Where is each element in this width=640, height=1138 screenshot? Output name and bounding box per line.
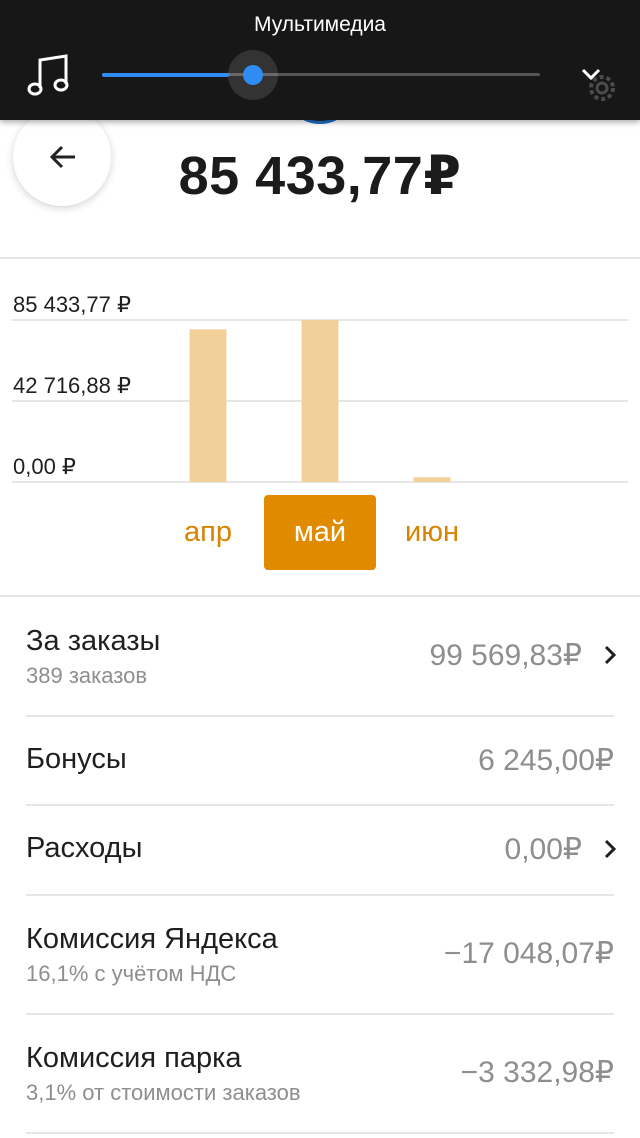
row-value: 6 245,00₽ [478,743,614,777]
row-value: 0,00₽ [504,833,582,866]
breakdown-row: Комиссия парка 3,1% от стоимости заказов −… [0,1014,640,1134]
volume-fill [102,73,230,77]
breakdown-row[interactable]: За заказы 389 заказов 99 569,83₽ [0,597,640,717]
y-tick-label: 85 433,77 ₽ [13,292,131,317]
volume-knob[interactable] [243,65,264,85]
breakdown-row: Бонусы 6 245,00₽ [0,716,640,806]
row-title: Комиссия парка [26,1042,242,1074]
breakdown-row: Комиссия Яндекса 16,1% с учётом НДС −17 04… [0,895,640,1015]
gear-icon[interactable] [584,70,620,106]
breakdown-row[interactable]: Расходы 0,00₽ [0,805,640,896]
media-volume-panel: Мультимедиа [0,0,640,120]
row-value: 99 569,83₽ [429,639,582,672]
arrow-left-icon [49,145,75,169]
row-value: −17 048,07₽ [443,937,614,970]
month-tab[interactable]: апр [152,495,264,570]
chevron-right-icon[interactable] [602,838,618,860]
chart-bar-0[interactable] [189,329,227,482]
row-title: За заказы [26,625,161,657]
chart-plot: 85 433,77 ₽ 42 716,88 ₽ 0,00 ₽ [12,292,628,483]
row-subtitle: 3,1% от стоимости заказов [26,1080,301,1105]
earnings-chart: 85 433,77 ₽ 42 716,88 ₽ 0,00 ₽ апр май июн [0,280,640,580]
chevron-right-icon[interactable] [602,644,618,666]
header-divider [0,257,640,259]
chart-bar-2[interactable] [413,477,451,482]
row-title: Бонусы [26,742,127,775]
row-value: −3 332,98₽ [460,1056,614,1089]
y-tick-label: 42 716,88 ₽ [13,373,131,398]
row-title: Расходы [26,832,143,864]
row-subtitle: 16,1% с учётом НДС [26,961,237,986]
row-title: Комиссия Яндекса [26,923,278,955]
media-panel-title: Мультимедиа [254,13,386,36]
media-volume-slider[interactable] [102,50,540,100]
music-note-icon [27,54,69,96]
month-tab[interactable]: май [264,495,376,570]
y-tick-label: 0,00 ₽ [13,454,76,479]
chart-bar-1[interactable] [301,320,339,482]
row-subtitle: 389 заказов [26,663,147,688]
balance-total: 85 433,77₽ [178,146,462,206]
back-button[interactable] [13,108,111,206]
row-divider [26,1132,614,1134]
month-tab[interactable]: июн [376,495,488,570]
